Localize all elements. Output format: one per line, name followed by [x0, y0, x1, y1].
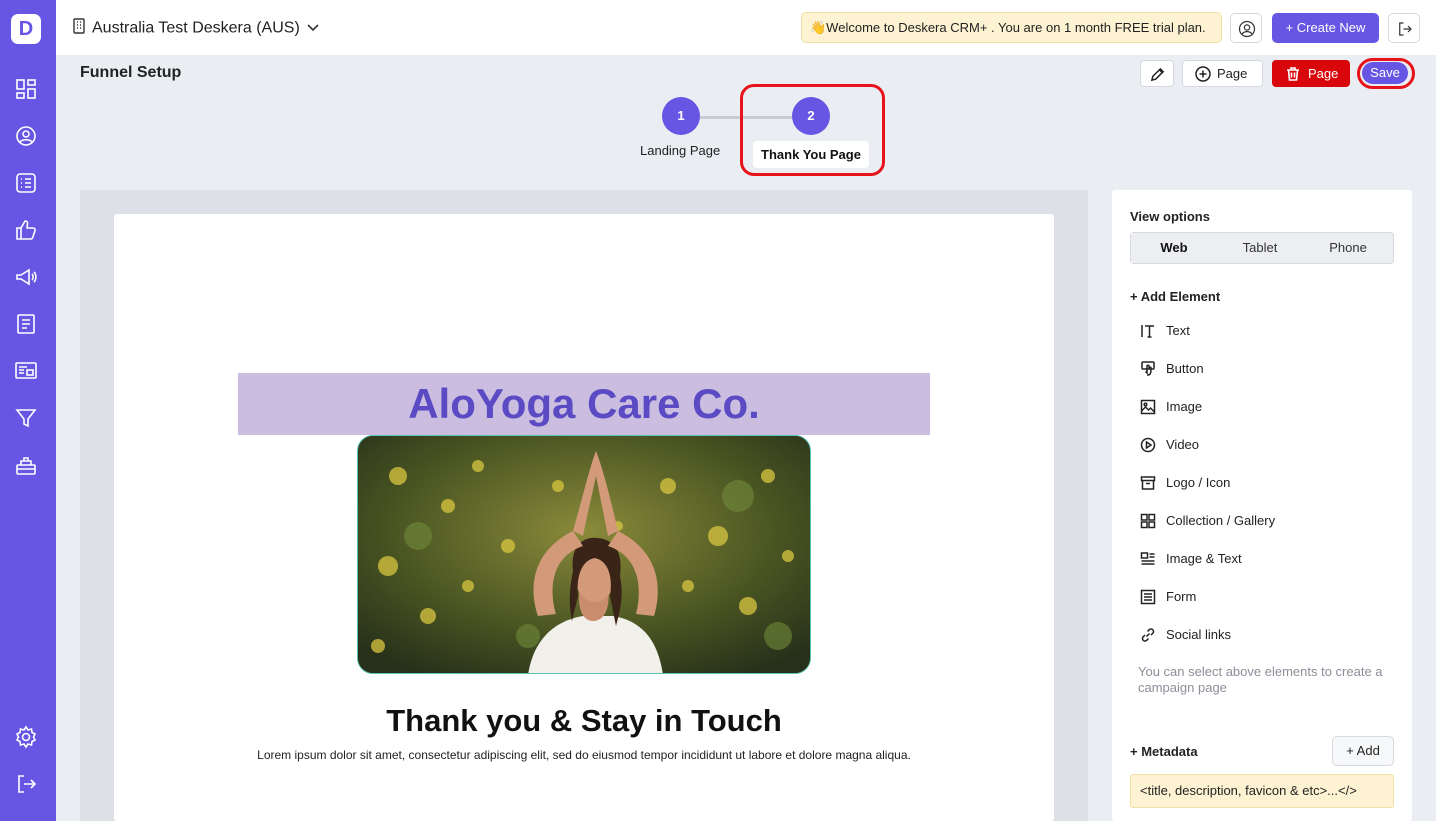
- view-options-tabs: Web Tablet Phone: [1130, 232, 1394, 264]
- tab-phone[interactable]: Phone: [1303, 233, 1393, 263]
- add-element-label: + Add Element: [1130, 289, 1221, 304]
- element-form[interactable]: Form: [1140, 585, 1196, 609]
- element-collection[interactable]: Collection / Gallery: [1140, 509, 1275, 533]
- metadata-label: + Metadata: [1130, 744, 1198, 759]
- brand-banner[interactable]: AloYoga Care Co.: [238, 373, 930, 435]
- delete-page-label: Page: [1308, 66, 1339, 81]
- element-image-label: Image: [1166, 399, 1203, 414]
- building-icon: [72, 18, 86, 39]
- add-page-label: Page: [1217, 66, 1248, 81]
- element-logo-icon[interactable]: Logo / Icon: [1140, 471, 1230, 495]
- pointer-icon: [1141, 361, 1155, 376]
- element-text[interactable]: Text: [1140, 319, 1190, 343]
- element-hint: You can select above elements to create …: [1138, 664, 1383, 695]
- element-button-label: Button: [1166, 361, 1204, 376]
- plus-circle-icon: [1195, 66, 1211, 82]
- step-highlight-ring: [740, 84, 885, 176]
- step-1-label[interactable]: Landing Page: [640, 143, 720, 158]
- thank-you-heading[interactable]: Thank you & Stay in Touch: [114, 703, 1054, 739]
- org-switcher[interactable]: Australia Test Deskera (AUS): [72, 18, 320, 39]
- element-social-links[interactable]: Social links: [1140, 623, 1231, 647]
- chevron-down-icon: [306, 20, 320, 38]
- campaign-icon[interactable]: [14, 265, 38, 289]
- profile-button[interactable]: [1230, 13, 1262, 43]
- element-video[interactable]: Video: [1140, 433, 1199, 457]
- landing-page-icon[interactable]: [14, 359, 38, 383]
- helpdesk-icon[interactable]: [14, 453, 38, 477]
- play-icon: [1140, 437, 1156, 453]
- element-image-text[interactable]: Image & Text: [1140, 547, 1242, 571]
- user-icon: [1238, 20, 1256, 38]
- text-icon: [1141, 325, 1154, 338]
- link-icon: [1141, 628, 1155, 642]
- page-title: Funnel Setup: [80, 64, 182, 81]
- signout-button[interactable]: [1388, 13, 1420, 43]
- yoga-photo: [358, 436, 810, 673]
- pencil-icon: [1150, 67, 1165, 82]
- delete-page-button[interactable]: Page: [1272, 60, 1350, 87]
- image-icon: [1140, 399, 1156, 415]
- edit-button[interactable]: [1140, 60, 1174, 87]
- org-name: Australia Test Deskera (AUS): [92, 19, 300, 37]
- hero-image[interactable]: [357, 435, 811, 674]
- add-metadata-button[interactable]: + Add: [1332, 736, 1394, 766]
- grid-icon: [1140, 513, 1156, 529]
- view-options-label: View options: [1130, 209, 1210, 224]
- likes-icon[interactable]: [14, 218, 38, 242]
- element-collection-label: Collection / Gallery: [1166, 513, 1276, 528]
- save-button[interactable]: Save: [1362, 62, 1408, 84]
- settings-icon[interactable]: [14, 725, 38, 749]
- trash-icon: [1287, 67, 1299, 81]
- exit-icon: [1399, 22, 1412, 36]
- add-page-button[interactable]: Page: [1182, 60, 1263, 87]
- deals-icon[interactable]: [14, 171, 38, 195]
- funnel-icon[interactable]: [14, 406, 38, 430]
- element-text-label: Text: [1166, 323, 1190, 338]
- element-image[interactable]: Image: [1140, 395, 1202, 419]
- element-image-text-label: Image & Text: [1166, 551, 1242, 566]
- metadata-field[interactable]: <title, description, favicon & etc>...</…: [1130, 774, 1394, 808]
- element-form-label: Form: [1166, 589, 1197, 604]
- create-new-button[interactable]: + Create New: [1272, 13, 1379, 43]
- thank-you-body[interactable]: Lorem ipsum dolor sit amet, consectetur …: [114, 748, 1054, 762]
- top-header: Australia Test Deskera (AUS) 👋Welcome to…: [56, 0, 1436, 55]
- contacts-icon[interactable]: [14, 124, 38, 148]
- element-social-links-label: Social links: [1166, 627, 1232, 642]
- sidebar: D: [0, 0, 56, 821]
- element-logo-icon-label: Logo / Icon: [1166, 475, 1231, 490]
- archive-icon: [1140, 476, 1156, 490]
- forms-icon[interactable]: [14, 312, 38, 336]
- dashboard-icon[interactable]: [14, 77, 38, 101]
- trial-banner: 👋Welcome to Deskera CRM+ . You are on 1 …: [801, 12, 1222, 43]
- image-text-icon: [1140, 552, 1155, 565]
- tab-web[interactable]: Web: [1131, 233, 1217, 263]
- properties-panel: View options Web Tablet Phone + Add Elem…: [1112, 190, 1412, 821]
- step-1-circle[interactable]: 1: [662, 97, 700, 135]
- element-button[interactable]: Button: [1140, 357, 1204, 381]
- app-logo[interactable]: D: [11, 14, 41, 44]
- element-video-label: Video: [1166, 437, 1200, 452]
- logout-icon[interactable]: [14, 772, 38, 796]
- tab-tablet[interactable]: Tablet: [1217, 233, 1303, 263]
- form-icon: [1140, 589, 1156, 605]
